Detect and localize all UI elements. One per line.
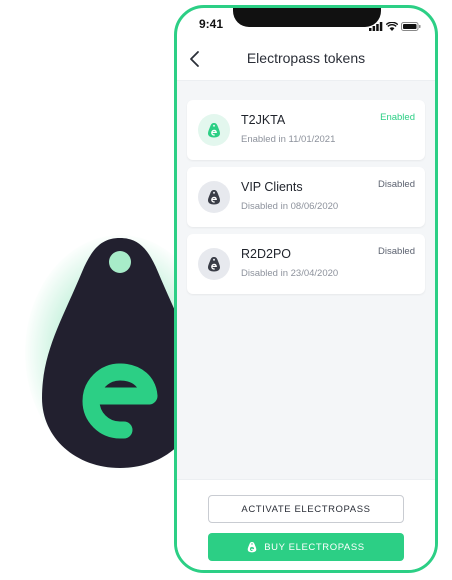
- token-name: R2D2PO: [241, 247, 292, 261]
- status-badge: Enabled: [380, 112, 415, 123]
- token-list: T2JKTA Enabled in 11/01/2021 Enabled VIP…: [177, 81, 435, 479]
- signal-icon: [369, 18, 383, 36]
- status-time: 9:41: [199, 17, 224, 31]
- fob-icon: [208, 257, 220, 272]
- token-icon-badge: [198, 114, 230, 146]
- token-date: Disabled in 23/04/2020: [241, 268, 339, 279]
- footer-actions: ACTIVATE ELECTROPASS BUY ELECTROPASS: [177, 479, 435, 570]
- wifi-icon: [385, 18, 399, 36]
- page-title: Electropass tokens: [246, 50, 366, 66]
- phone-frame: 9:41 Electropass tokens T2JKTA Enabled i…: [174, 5, 438, 573]
- token-date: Disabled in 08/06/2020: [241, 201, 339, 212]
- token-card[interactable]: VIP Clients Disabled in 08/06/2020 Disab…: [187, 167, 425, 227]
- status-icons: [369, 18, 421, 36]
- token-card[interactable]: R2D2PO Disabled in 23/04/2020 Disabled: [187, 234, 425, 294]
- fob-icon: [208, 123, 220, 138]
- status-badge: Disabled: [378, 246, 415, 257]
- fob-icon: [208, 190, 220, 205]
- battery-icon: [401, 18, 421, 36]
- token-date: Enabled in 11/01/2021: [241, 134, 336, 145]
- status-badge: Disabled: [378, 179, 415, 190]
- phone-notch: [233, 8, 381, 27]
- buy-electropass-button[interactable]: BUY ELECTROPASS: [208, 533, 404, 561]
- activate-electropass-button[interactable]: ACTIVATE ELECTROPASS: [208, 495, 404, 523]
- token-icon-badge: [198, 248, 230, 280]
- nav-bar: Electropass tokens: [177, 38, 435, 81]
- token-name: VIP Clients: [241, 180, 303, 194]
- token-name: T2JKTA: [241, 113, 286, 127]
- token-card[interactable]: T2JKTA Enabled in 11/01/2021 Enabled: [187, 100, 425, 160]
- fob-icon: [247, 542, 257, 553]
- buy-electropass-label: BUY ELECTROPASS: [264, 541, 365, 553]
- token-icon-badge: [198, 181, 230, 213]
